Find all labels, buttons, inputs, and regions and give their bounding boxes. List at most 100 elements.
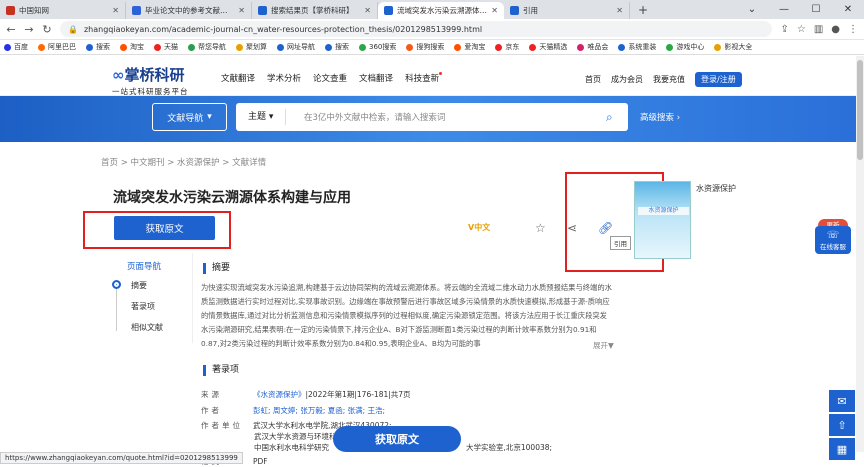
advanced-label: 高级搜索 — [640, 113, 675, 123]
reload-icon[interactable]: ↻ — [42, 23, 52, 36]
bookmark-favicon-icon — [120, 43, 127, 51]
site-logo[interactable]: ∞掌桥科研 一站式科研服务平台 — [112, 64, 189, 97]
bookmark-label: 爱淘宝 — [464, 43, 486, 51]
online-service-button[interactable]: ☏ 在线客服 — [815, 226, 851, 254]
close-icon[interactable]: ✕ — [364, 6, 371, 15]
bookmark-item[interactable]: 360搜索 — [359, 42, 396, 52]
bookmark-label: 搜狗搜索 — [416, 43, 445, 51]
tab-citation-guide[interactable]: 毕业论文中的参考文献怎么引用✕ — [126, 2, 252, 19]
bookmark-item[interactable]: 网址导航 — [277, 42, 315, 52]
browser-tab-bar: 中国知网✕ 毕业论文中的参考文献怎么引用✕ 搜索结果页【掌桥科研】 ✕ 流域突发水… — [0, 0, 864, 19]
abstract-heading: 摘要 — [203, 263, 230, 274]
meta-value: |2022年第1期|176-181|共7页 — [305, 390, 411, 399]
bookmark-favicon-icon — [618, 43, 626, 51]
bookmark-item[interactable]: 京东 — [495, 42, 519, 52]
floating-get-fulltext-button[interactable]: 获取原文 — [333, 426, 461, 452]
expand-abstract-button[interactable]: 展开▼ — [593, 340, 614, 351]
bookmark-favicon-icon — [666, 43, 674, 51]
url-bar[interactable]: 🔒 zhangqiaokeyan.com/academic-journal-cn… — [60, 21, 773, 37]
page-nav-bibliography[interactable]: 著录项 — [131, 301, 155, 312]
bookmark-item[interactable]: 影视大全 — [714, 42, 752, 52]
profile-icon[interactable]: ● — [831, 24, 840, 35]
bibliography-heading: 著录项 — [203, 365, 239, 376]
bookmark-item[interactable]: 帮您导航 — [188, 42, 226, 52]
tab-article[interactable]: 流域突发水污染云溯源体系构建与 ✕ — [378, 2, 504, 19]
bookmark-item[interactable]: 搜索 — [86, 42, 110, 52]
meta-units-2: 武汉大学水资源与环境科 — [254, 431, 337, 442]
nav-dot-active — [112, 280, 121, 289]
bookmark-item[interactable]: 搜狗搜索 — [406, 42, 444, 52]
nav-recharge[interactable]: 我要充值 — [653, 74, 685, 85]
tab-cnki[interactable]: 中国知网 ✕ — [0, 2, 126, 19]
scrollbar[interactable] — [856, 56, 864, 452]
back-icon[interactable]: ← — [6, 23, 16, 36]
star-icon[interactable]: ☆ — [797, 24, 806, 35]
bookmark-item[interactable]: 游戏中心 — [666, 42, 704, 52]
bookmark-label: 网址导航 — [287, 43, 315, 51]
favorite-star-icon[interactable]: ☆ — [535, 221, 546, 235]
window-controls: ⌄ — ☐ ✕ — [736, 0, 864, 19]
nav-home[interactable]: 首页 — [585, 74, 601, 85]
back-to-top-icon[interactable]: ⇧ — [829, 414, 855, 436]
chevron-down-icon[interactable]: ⌄ — [736, 0, 768, 19]
page-nav-similar[interactable]: 相似文献 — [131, 322, 163, 333]
doc-nav-button[interactable]: 文献导航 ▾ — [152, 103, 227, 131]
zhangqiao-favicon-icon — [384, 6, 393, 15]
bookmark-item[interactable]: 搜索 — [325, 42, 349, 52]
tab-cite[interactable]: 引用 ✕ — [504, 2, 630, 19]
tab-title: 搜索结果页【掌桥科研】 — [271, 6, 354, 15]
new-tab-button[interactable]: + — [630, 2, 656, 19]
bookmark-label: 系统重装 — [628, 43, 657, 51]
bookmark-item[interactable]: 系统重装 — [618, 42, 656, 52]
maximize-icon[interactable]: ☐ — [800, 0, 832, 19]
bookmark-item[interactable]: 阿里巴巴 — [38, 42, 76, 52]
page-nav-abstract[interactable]: 摘要 — [131, 280, 147, 291]
forward-icon[interactable]: → — [24, 23, 34, 36]
login-button[interactable]: 登录/注册 — [695, 72, 742, 87]
bookmark-label: 游戏中心 — [676, 43, 705, 51]
nav-academic-analysis[interactable]: 学术分析 — [267, 72, 301, 84]
share-icon[interactable]: ⇪ — [780, 24, 788, 35]
nav-plagiarism-check[interactable]: 论文查重 — [313, 72, 347, 84]
search-icon[interactable]: ⌕ — [606, 110, 628, 125]
nav-doc-translate[interactable]: 文献翻译 — [221, 72, 255, 84]
bookmark-item[interactable]: 天猫 — [154, 42, 178, 52]
tab-search-results[interactable]: 搜索结果页【掌桥科研】 ✕ — [252, 2, 378, 19]
url-text: zhangqiaokeyan.com/academic-journal-cn_w… — [83, 24, 483, 34]
close-icon[interactable]: ✕ — [491, 6, 498, 15]
search-input[interactable]: 在3亿中外文献中检索，请输入搜索词 — [286, 111, 606, 123]
menu-icon[interactable]: ⋮ — [848, 24, 858, 35]
close-icon[interactable]: ✕ — [238, 6, 245, 15]
online-service-label: 在线客服 — [820, 242, 846, 251]
advanced-search-link[interactable]: 高级搜索 › — [640, 111, 680, 123]
unit-line: 武汉大学水资源与环境科 — [254, 432, 337, 441]
close-icon[interactable]: ✕ — [112, 6, 119, 15]
message-icon[interactable]: ✉ — [829, 390, 855, 412]
journal-name[interactable]: 水资源保护 — [696, 183, 736, 194]
bookmark-item[interactable]: 聚划算 — [236, 42, 267, 52]
search-field-select[interactable]: 主题 ▾ — [236, 109, 286, 125]
bookmarks-bar: 百度 阿里巴巴 搜索 淘宝 天猫 帮您导航 聚划算 网址导航 搜索 360搜索 搜狗搜索 爱淘宝 京东 天… — [0, 40, 864, 55]
nav-document-translate[interactable]: 文档翻译 — [359, 72, 393, 84]
close-icon[interactable]: ✕ — [616, 6, 623, 15]
authors-link[interactable]: 彭虹; 周文婷; 张万毅; 夏函; 张满; 王浩; — [253, 406, 385, 415]
journal-cover-image[interactable]: 水资源保护 — [634, 181, 691, 259]
bookmark-label: 帮您导航 — [198, 43, 226, 51]
bookmark-item[interactable]: 百度 — [4, 42, 28, 52]
nav-membership[interactable]: 成为会员 — [611, 74, 643, 85]
bookmark-item[interactable]: 淘宝 — [120, 42, 144, 52]
nav-novelty-search[interactable]: 科技查新 — [405, 72, 442, 84]
journal-link[interactable]: 《水资源保护》 — [253, 390, 306, 399]
close-window-icon[interactable]: ✕ — [832, 0, 864, 19]
breadcrumb[interactable]: 首页 > 中文期刊 > 水资源保护 > 文献详情 — [101, 156, 266, 168]
search-box: 主题 ▾ 在3亿中外文献中检索，请输入搜索词 ⌕ — [236, 103, 628, 131]
bookmark-item[interactable]: 天猫精选 — [529, 42, 567, 52]
grid-icon[interactable]: ▦ — [829, 438, 855, 460]
bookmark-item[interactable]: 唯品会 — [577, 42, 608, 52]
scrollbar-thumb[interactable] — [857, 60, 863, 160]
sidebar-icon[interactable]: ▥ — [814, 24, 823, 35]
doc-nav-label: 文献导航 — [167, 113, 204, 124]
minimize-icon[interactable]: — — [768, 0, 800, 19]
bookmark-item[interactable]: 爱淘宝 — [454, 42, 485, 52]
cover-title: 水资源保护 — [638, 207, 689, 215]
